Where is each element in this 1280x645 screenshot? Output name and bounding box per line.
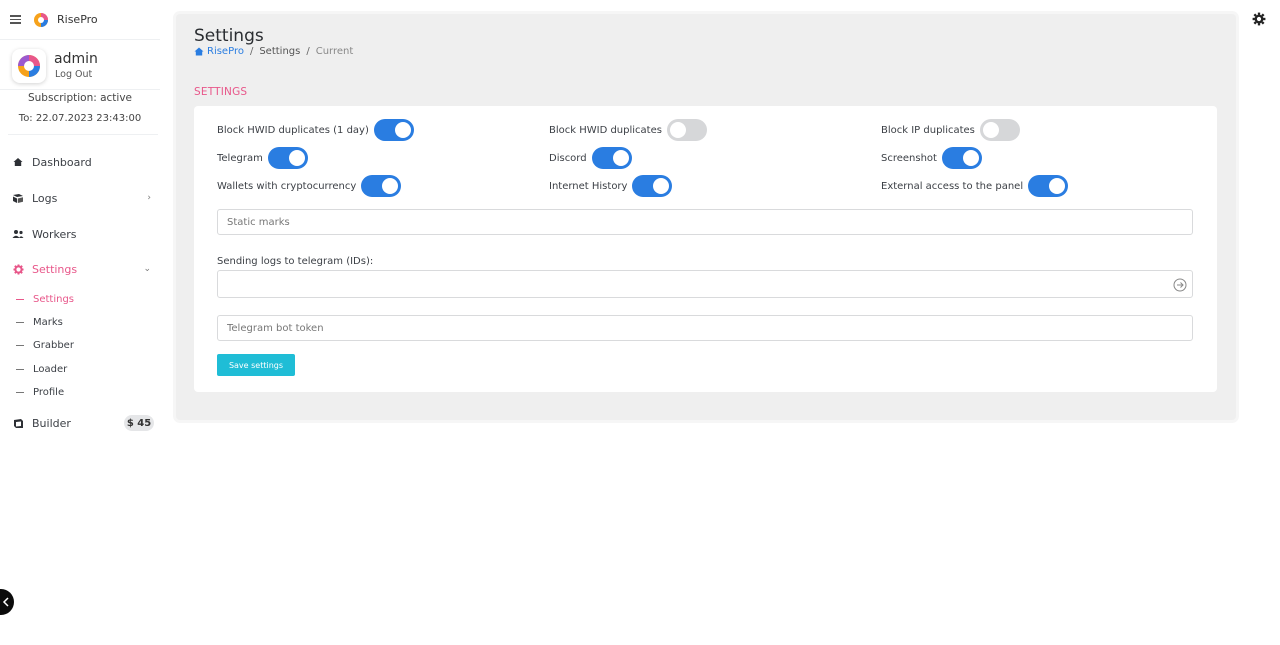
page-title: Settings	[194, 26, 264, 46]
toggle-switch[interactable]	[591, 147, 632, 169]
avatar-logo-icon	[18, 55, 40, 77]
option-label: Block IP duplicates	[881, 124, 975, 136]
breadcrumb-separator: /	[306, 46, 310, 57]
toggle-switch[interactable]	[373, 119, 414, 141]
toggle-switch[interactable]	[267, 147, 308, 169]
telegram-ids-input[interactable]	[217, 270, 1193, 298]
save-settings-button[interactable]: Save settings	[217, 354, 295, 376]
home-icon	[12, 156, 24, 168]
toggle-switch[interactable]	[1028, 175, 1069, 197]
sidebar-item-workers[interactable]: Workers	[12, 224, 157, 244]
gear-icon[interactable]	[1252, 12, 1266, 26]
sidebar-header: RisePro	[0, 0, 160, 40]
breadcrumb-home[interactable]: RisePro	[194, 46, 244, 57]
bot-token-input[interactable]	[217, 315, 1193, 341]
risepro-logo-icon	[34, 12, 48, 27]
option-discord: Discord	[549, 147, 632, 169]
dash-icon	[16, 298, 24, 300]
dash-icon	[16, 344, 24, 346]
toggle-switch[interactable]	[361, 175, 402, 197]
static-marks-input[interactable]	[217, 209, 1193, 235]
sidebar-item-settings[interactable]: Settings ⌄	[12, 259, 157, 279]
settings-panel: Settings RisePro / Settings / Current SE…	[176, 14, 1236, 420]
sidebar-item-dashboard[interactable]: Dashboard	[12, 152, 157, 172]
sidebar-item-logs[interactable]: Logs ›	[12, 188, 157, 208]
breadcrumb: RisePro / Settings / Current	[194, 46, 353, 57]
toggle-switch[interactable]	[666, 119, 707, 141]
sidebar-item-label: Workers	[32, 227, 77, 241]
menu-icon[interactable]	[10, 15, 21, 24]
option-label: Block HWID duplicates	[549, 124, 662, 136]
home-icon	[194, 47, 204, 56]
option-external-access: External access to the panel	[881, 175, 1069, 197]
option-label: Discord	[549, 152, 587, 164]
option-telegram: Telegram	[217, 147, 308, 169]
sidebar-subitem-label: Loader	[33, 363, 68, 375]
sidebar-subitem-label: Settings	[33, 293, 75, 305]
option-screenshot: Screenshot	[881, 147, 982, 169]
chevron-left-icon	[2, 597, 9, 607]
option-label: Wallets with cryptocurrency	[217, 180, 357, 192]
sidebar-subitem-label: Grabber	[33, 339, 74, 351]
sidebar: RisePro admin Log Out Subscription: acti…	[0, 0, 160, 645]
subscription-expiry: To: 22.07.2023 23:43:00	[18, 113, 142, 124]
user-block: admin Log Out	[0, 40, 160, 90]
option-label: External access to the panel	[881, 180, 1024, 192]
user-name: admin	[54, 51, 98, 67]
breadcrumb-item: RisePro	[207, 46, 244, 57]
avatar[interactable]	[12, 49, 46, 83]
option-block-hwid-1day: Block HWID duplicates (1 day)	[217, 119, 414, 141]
option-label: Telegram	[217, 152, 263, 164]
sidebar-item-label: Settings	[32, 262, 78, 276]
dash-icon	[16, 368, 24, 370]
sidebar-subitem-loader[interactable]: Loader	[16, 361, 67, 377]
workers-icon	[12, 228, 24, 240]
sidebar-item-label: Builder	[32, 416, 71, 430]
settings-card: Block HWID duplicates (1 day) Block HWID…	[194, 106, 1217, 392]
breadcrumb-separator: /	[249, 46, 254, 57]
sidebar-subitem-grabber[interactable]: Grabber	[16, 337, 74, 353]
option-block-ip: Block IP duplicates	[881, 119, 1020, 141]
toggle-switch[interactable]	[979, 119, 1020, 141]
logs-icon	[12, 192, 24, 204]
gear-icon	[12, 263, 24, 275]
option-label: Internet History	[549, 180, 628, 192]
sidebar-subitem-label: Marks	[33, 316, 63, 328]
section-label: SETTINGS	[194, 86, 248, 98]
chevron-down-icon: ⌄	[143, 264, 151, 274]
sidebar-subitem-label: Profile	[33, 386, 65, 398]
breadcrumb-current: Current	[315, 46, 354, 57]
dash-icon	[16, 391, 24, 393]
sidebar-item-label: Dashboard	[32, 155, 92, 169]
sidebar-subitem-settings[interactable]: Settings	[16, 291, 74, 307]
sidebar-subitem-marks[interactable]: Marks	[16, 314, 63, 330]
sidebar-divider	[8, 134, 158, 135]
chevron-right-icon: ›	[147, 193, 151, 203]
option-internet-history: Internet History	[549, 175, 673, 197]
toggle-switch[interactable]	[632, 175, 673, 197]
telegram-ids-label: Sending logs to telegram (IDs):	[217, 256, 374, 267]
builder-balance-badge: $ 45	[124, 415, 154, 431]
breadcrumb-item[interactable]: Settings	[259, 46, 300, 57]
dash-icon	[16, 321, 24, 323]
option-wallets: Wallets with cryptocurrency	[217, 175, 402, 197]
option-block-hwid: Block HWID duplicates	[549, 119, 707, 141]
option-label: Screenshot	[881, 152, 937, 164]
toggle-switch[interactable]	[941, 147, 982, 169]
logout-link[interactable]: Log Out	[55, 69, 92, 80]
subscription-status: Subscription: active	[27, 92, 133, 104]
brand-name[interactable]: RisePro	[57, 13, 98, 26]
sidebar-item-label: Logs	[32, 191, 58, 205]
sidebar-subitem-profile[interactable]: Profile	[16, 384, 64, 400]
arrow-right-circle-icon[interactable]	[1173, 278, 1187, 292]
builder-icon	[12, 417, 24, 429]
option-label: Block HWID duplicates (1 day)	[217, 124, 369, 136]
